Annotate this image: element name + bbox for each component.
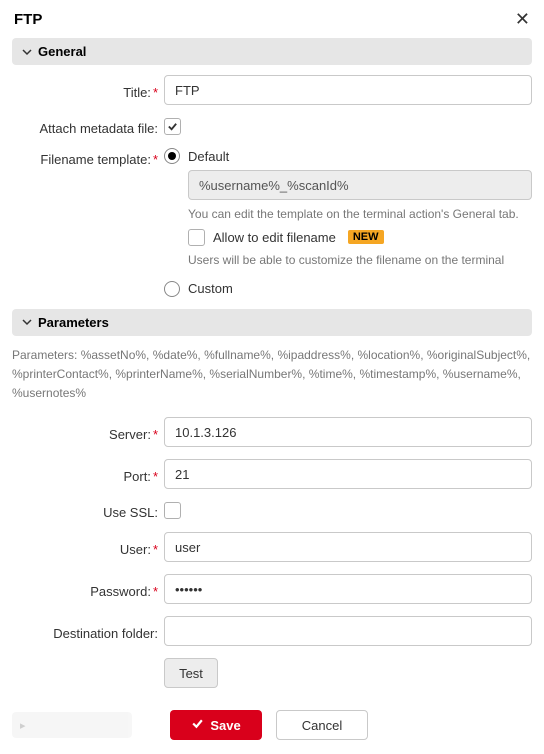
ftp-dialog: FTP ✕ General Title:* Attach metadata fi… bbox=[0, 0, 544, 754]
label-use-ssl: Use SSL: bbox=[103, 505, 158, 520]
destination-folder-input[interactable] bbox=[164, 616, 532, 646]
required-mark: * bbox=[153, 542, 158, 557]
user-input[interactable] bbox=[164, 532, 532, 562]
required-mark: * bbox=[153, 427, 158, 442]
section-parameters-label: Parameters bbox=[38, 315, 109, 330]
section-general-label: General bbox=[38, 44, 86, 59]
test-button[interactable]: Test bbox=[164, 658, 218, 688]
radio-custom-label: Custom bbox=[188, 281, 233, 296]
password-input[interactable] bbox=[164, 574, 532, 604]
label-password: Password: bbox=[90, 584, 151, 599]
cancel-button[interactable]: Cancel bbox=[276, 710, 368, 740]
required-mark: * bbox=[153, 469, 158, 484]
collapsed-section: ▸ bbox=[12, 712, 132, 738]
use-ssl-checkbox[interactable] bbox=[164, 502, 181, 519]
new-badge: NEW bbox=[348, 230, 384, 244]
required-mark: * bbox=[153, 85, 158, 100]
title-input[interactable] bbox=[164, 75, 532, 105]
chevron-right-icon: ▸ bbox=[20, 719, 26, 732]
label-filename-template: Filename template: bbox=[40, 152, 151, 167]
cancel-button-label: Cancel bbox=[302, 718, 342, 733]
chevron-down-icon bbox=[22, 317, 32, 327]
help-template-edit: You can edit the template on the termina… bbox=[188, 206, 532, 223]
label-server: Server: bbox=[109, 427, 151, 442]
close-icon[interactable]: ✕ bbox=[515, 10, 530, 28]
parameters-help: Parameters: %assetNo%, %date%, %fullname… bbox=[0, 346, 544, 418]
label-user: User: bbox=[120, 542, 151, 557]
dialog-footer: ▸ Save Cancel bbox=[0, 700, 544, 754]
section-general-header[interactable]: General bbox=[12, 38, 532, 65]
port-input[interactable] bbox=[164, 459, 532, 489]
parameters-form: Server:* Port:* Use SSL: User:* Password… bbox=[0, 417, 544, 688]
save-button[interactable]: Save bbox=[170, 710, 262, 740]
server-input[interactable] bbox=[164, 417, 532, 447]
allow-edit-filename-label: Allow to edit filename bbox=[213, 230, 336, 245]
test-button-label: Test bbox=[179, 666, 203, 681]
help-allow-edit: Users will be able to customize the file… bbox=[188, 252, 532, 269]
radio-default-label: Default bbox=[188, 149, 229, 164]
allow-edit-filename-checkbox[interactable] bbox=[188, 229, 205, 246]
radio-custom[interactable] bbox=[164, 281, 180, 297]
required-mark: * bbox=[153, 152, 158, 167]
label-title: Title: bbox=[123, 85, 151, 100]
label-attach-metadata: Attach metadata file: bbox=[39, 121, 158, 136]
required-mark: * bbox=[153, 584, 158, 599]
template-pattern-input bbox=[188, 170, 532, 200]
label-port: Port: bbox=[123, 469, 150, 484]
label-destination-folder: Destination folder: bbox=[53, 626, 158, 641]
general-form: Title:* Attach metadata file: Filename t… bbox=[0, 75, 544, 297]
save-button-label: Save bbox=[210, 718, 240, 733]
title-bar: FTP ✕ bbox=[0, 0, 544, 38]
radio-default[interactable] bbox=[164, 148, 180, 164]
attach-metadata-checkbox[interactable] bbox=[164, 118, 181, 135]
dialog-title: FTP bbox=[14, 11, 42, 28]
section-parameters-header[interactable]: Parameters bbox=[12, 309, 532, 336]
chevron-down-icon bbox=[22, 47, 32, 57]
